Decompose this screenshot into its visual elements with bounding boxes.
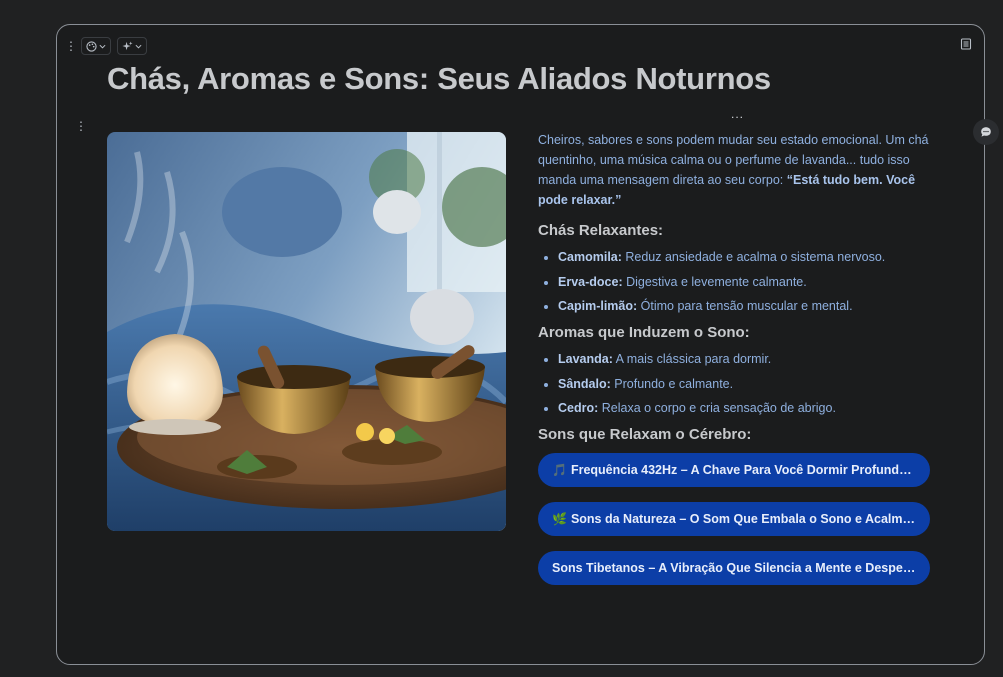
aromatherapy-image (107, 132, 506, 531)
intro-paragraph: Cheiros, sabores e sons podem mudar seu … (538, 130, 938, 210)
item-name: Cedro: (558, 401, 599, 415)
ai-button[interactable] (117, 37, 147, 55)
list-item: Capim-limão: Ótimo para tensão muscular … (558, 298, 938, 314)
aromas-heading: Aromas que Induzem o Sono: (538, 324, 750, 341)
music-note-icon: 🎵 (552, 463, 567, 477)
content-card: ⋮ Chás, Aromas e Sons: Seus Aliados Notu… (56, 24, 985, 665)
document-icon[interactable] (960, 38, 972, 50)
teas-heading: Chás Relaxantes: (538, 222, 664, 239)
item-desc: Ótimo para tensão muscular e mental. (637, 299, 853, 313)
item-desc: A mais clássica para dormir. (612, 352, 772, 366)
button-label: Sons da Natureza – O Som Que Embala o So… (570, 512, 916, 526)
button-label: Frequência 432Hz – A Chave Para Você Dor… (570, 463, 916, 477)
aromatherapy-illustration (107, 132, 506, 531)
item-desc: Profundo e calmante. (610, 376, 734, 391)
card-toolbar: ⋮ (65, 37, 147, 55)
item-name: Camomila: (558, 250, 622, 264)
chevron-down-icon (135, 44, 142, 49)
chevron-down-icon (99, 44, 106, 49)
comment-icon (981, 127, 991, 137)
item-name: Erva-doce: (558, 274, 623, 289)
list-item: Sândalo: Profundo e calmante. (558, 376, 938, 392)
button-label: Sons Tibetanos – A Vibração Que Silencia… (552, 561, 916, 575)
teas-list: Camomila: Reduz ansiedade e acalma o sis… (538, 249, 938, 314)
list-item: Erva-doce: Digestiva e levemente calmant… (558, 274, 938, 290)
item-desc: Reduz ansiedade e acalma o sistema nervo… (621, 250, 886, 264)
theme-button[interactable] (81, 37, 111, 55)
palette-icon (86, 40, 97, 52)
item-desc: Relaxa o corpo e cria sensação de abrigo… (598, 401, 836, 415)
page-title: Chás, Aromas e Sons: Seus Aliados Noturn… (107, 61, 771, 96)
item-desc: Digestiva e levemente calmante. (622, 274, 807, 289)
kebab-icon[interactable]: ⋮ (65, 40, 77, 52)
sparkle-icon (122, 40, 133, 50)
comment-button[interactable] (973, 119, 999, 145)
more-options-ellipsis[interactable]: ... (731, 107, 744, 121)
item-name: Sândalo: (558, 376, 611, 391)
aromas-list: Lavanda: A mais clássica para dormir. Sâ… (538, 351, 938, 416)
content-column: Cheiros, sabores e sons podem mudar seu … (538, 130, 938, 600)
list-item: Cedro: Relaxa o corpo e cria sensação de… (558, 400, 938, 416)
item-name: Capim-limão: (558, 299, 638, 313)
item-name: Lavanda: (558, 352, 613, 366)
list-item: Lavanda: A mais clássica para dormir. (558, 351, 938, 367)
kebab-icon[interactable]: ⋮ (75, 119, 87, 133)
list-item: Camomila: Reduz ansiedade e acalma o sis… (558, 249, 938, 265)
nature-sounds-button[interactable]: 🌿 Sons da Natureza – O Som Que Embala o … (538, 502, 930, 536)
herb-icon: 🌿 (552, 512, 567, 526)
sounds-heading: Sons que Relaxam o Cérebro: (538, 426, 752, 443)
tibetan-sounds-button[interactable]: Sons Tibetanos – A Vibração Que Silencia… (538, 551, 930, 585)
frequency-432hz-button[interactable]: 🎵 Frequência 432Hz – A Chave Para Você D… (538, 453, 930, 487)
